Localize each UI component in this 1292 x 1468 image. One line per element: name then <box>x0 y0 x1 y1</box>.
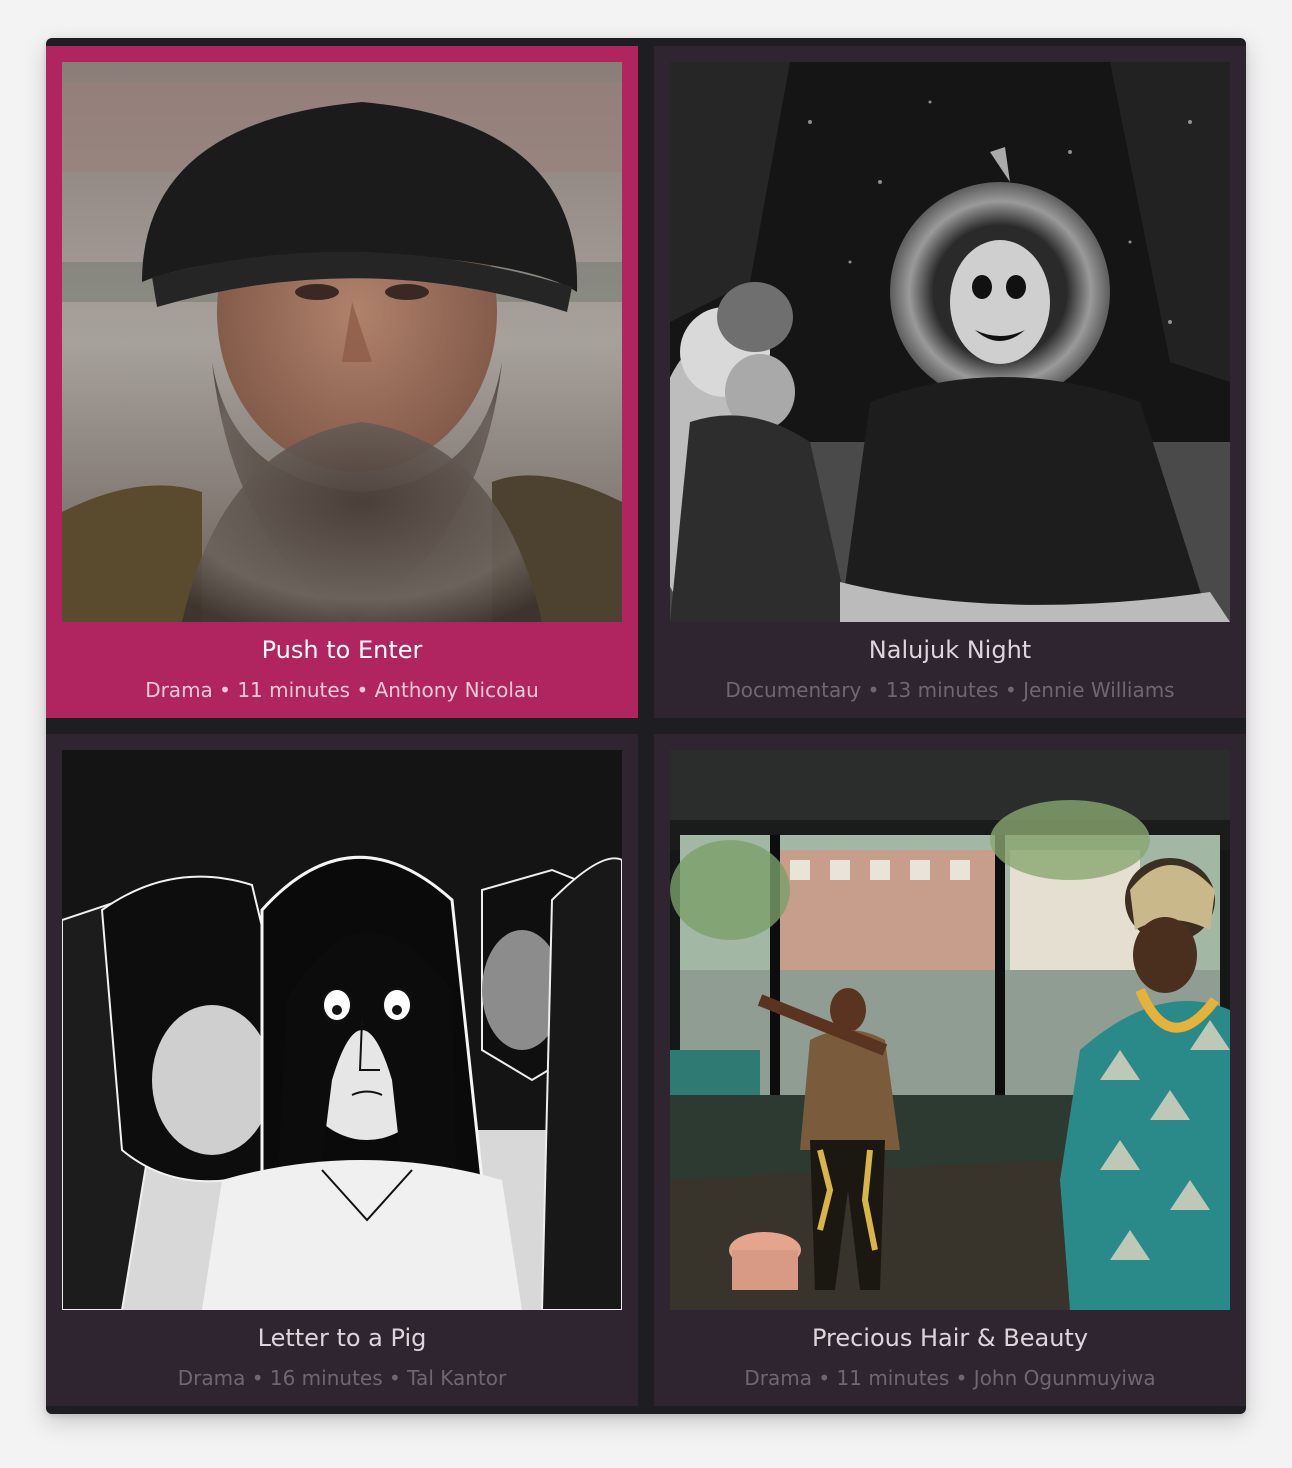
bearded-man-portrait-image <box>62 62 622 622</box>
film-meta: Documentary • 13 minutes • Jennie Willia… <box>725 678 1175 702</box>
film-meta: Drama • 11 minutes • John Ogunmuyiwa <box>744 1366 1156 1390</box>
film-title: Precious Hair & Beauty <box>811 1324 1089 1352</box>
film-thumbnail[interactable] <box>670 62 1230 622</box>
masked-figure-snow-image <box>670 62 1230 622</box>
film-card-precious-hair-and-beauty[interactable]: Precious Hair & Beauty Drama • 11 minute… <box>654 734 1246 1406</box>
film-meta: Drama • 11 minutes • Anthony Nicolau <box>145 678 539 702</box>
film-title: Nalujuk Night <box>868 636 1032 664</box>
film-card-push-to-enter[interactable]: Push to Enter Drama • 11 minutes • Antho… <box>46 46 638 718</box>
film-grid-window: Push to Enter Drama • 11 minutes • Antho… <box>46 38 1246 1414</box>
film-thumbnail[interactable] <box>670 750 1230 1310</box>
film-meta: Drama • 16 minutes • Tal Kantor <box>177 1366 507 1390</box>
salon-dancers-image <box>670 750 1230 1310</box>
film-thumbnail[interactable] <box>62 750 622 1310</box>
illustrated-children-image <box>62 750 622 1310</box>
film-title: Push to Enter <box>261 636 423 664</box>
film-card-letter-to-a-pig[interactable]: Letter to a Pig Drama • 16 minutes • Tal… <box>46 734 638 1406</box>
film-title: Letter to a Pig <box>257 1324 427 1352</box>
film-card-nalujuk-night[interactable]: Nalujuk Night Documentary • 13 minutes •… <box>654 46 1246 718</box>
film-thumbnail[interactable] <box>62 62 622 622</box>
